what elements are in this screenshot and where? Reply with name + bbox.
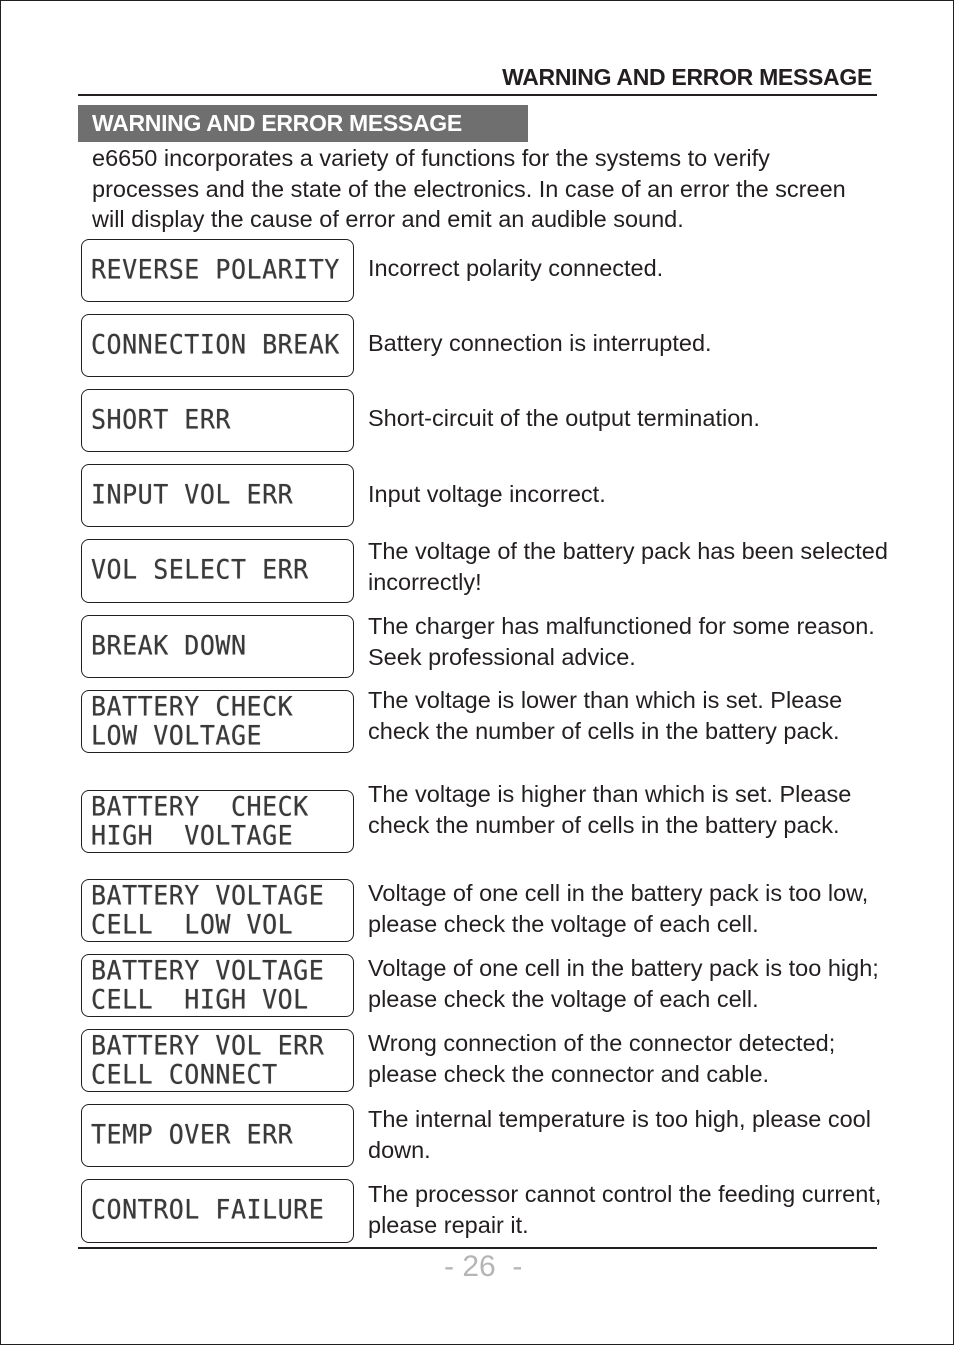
message-description: The processor cannot control the feeding… xyxy=(368,1181,882,1238)
message-description: The voltage is lower than which is set. … xyxy=(368,687,843,744)
lcd-text-line: CELL CONNECT xyxy=(91,1058,278,1091)
lcd-display: SHORT ERR xyxy=(81,389,354,452)
lcd-display: REVERSE POLARITY xyxy=(81,239,354,302)
message-description: Wrong connection of the connector detect… xyxy=(368,1030,836,1087)
lcd-text-line: CELL HIGH VOL xyxy=(91,983,309,1016)
lcd-text-line: CONTROL FAILURE xyxy=(91,1193,325,1226)
running-header: WARNING AND ERROR MESSAGE xyxy=(502,64,872,90)
lcd-display: CONTROL FAILURE xyxy=(81,1179,354,1243)
lcd-display: TEMP OVER ERR xyxy=(81,1104,354,1167)
message-description: Short-circuit of the output termination. xyxy=(368,405,760,431)
lcd-text-line: BATTERY VOL ERR xyxy=(91,1029,325,1062)
lcd-text-line: LOW VOLTAGE xyxy=(91,719,263,752)
header-rule xyxy=(78,94,877,96)
lcd-text-line: CELL LOW VOL xyxy=(91,908,294,941)
section-title: WARNING AND ERROR MESSAGE xyxy=(78,105,528,142)
message-description: Voltage of one cell in the battery pack … xyxy=(368,880,869,937)
message-description: Battery connection is interrupted. xyxy=(368,330,712,356)
lcd-display: BATTERY CHECK HIGH VOLTAGE xyxy=(81,790,354,853)
message-description: The internal temperature is too high, pl… xyxy=(368,1106,871,1163)
lcd-display: INPUT VOL ERR xyxy=(81,464,354,527)
lcd-text-line: TEMP OVER ERR xyxy=(91,1118,294,1151)
lcd-text-line: BATTERY CHECK xyxy=(91,690,294,723)
message-description: The voltage of the battery pack has been… xyxy=(368,538,888,595)
lcd-text-line: REVERSE POLARITY xyxy=(91,253,340,286)
message-description: The charger has malfunctioned for some r… xyxy=(368,613,875,670)
message-description: Voltage of one cell in the battery pack … xyxy=(368,955,879,1012)
lcd-display: BREAK DOWN xyxy=(81,615,354,678)
lcd-text-line: INPUT VOL ERR xyxy=(91,478,294,511)
lcd-text-line: BATTERY VOLTAGE xyxy=(91,954,325,987)
lcd-display: BATTERY VOLTAGE CELL LOW VOL xyxy=(81,879,354,942)
lcd-display: BATTERY VOLTAGE CELL HIGH VOL xyxy=(81,954,354,1017)
lcd-text-line: SHORT ERR xyxy=(91,403,231,436)
lcd-display: CONNECTION BREAK xyxy=(81,314,354,377)
page-number: - 26 - xyxy=(444,1250,523,1283)
lcd-text-line: BATTERY CHECK xyxy=(91,790,309,823)
message-description: Incorrect polarity connected. xyxy=(368,255,664,281)
lcd-text-line: BATTERY VOLTAGE xyxy=(91,879,325,912)
lcd-text-line: VOL SELECT ERR xyxy=(91,553,309,586)
lcd-text-line: BREAK DOWN xyxy=(91,629,247,662)
message-description: Input voltage incorrect. xyxy=(368,481,606,507)
lcd-text-line: HIGH VOLTAGE xyxy=(91,819,294,852)
lcd-display: BATTERY VOL ERR CELL CONNECT xyxy=(81,1029,354,1092)
message-description: The voltage is higher than which is set.… xyxy=(368,781,852,838)
lcd-text-line: CONNECTION BREAK xyxy=(91,328,340,361)
lcd-display: BATTERY CHECK LOW VOLTAGE xyxy=(81,690,354,753)
footer-rule xyxy=(78,1247,877,1249)
intro-paragraph: e6650 incorporates a variety of function… xyxy=(92,145,846,232)
lcd-display: VOL SELECT ERR xyxy=(81,539,354,603)
